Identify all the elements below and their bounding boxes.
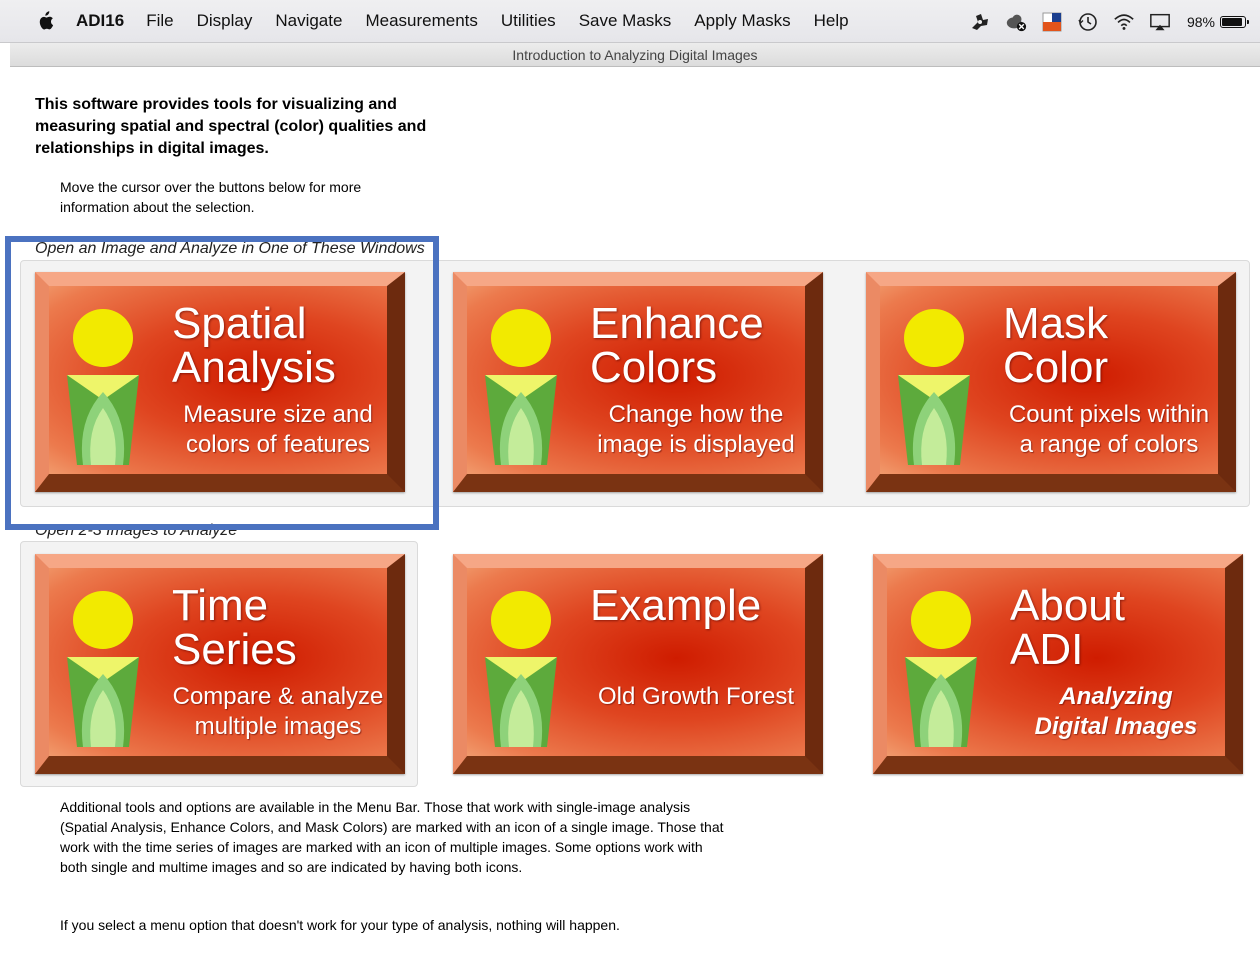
example-button[interactable]: Example Old Growth Forest: [453, 554, 823, 774]
about-adi-button[interactable]: About ADI Analyzing Digital Images: [873, 554, 1243, 774]
spatial-analysis-title-line2: Analysis: [172, 343, 336, 392]
example-subtitle: Old Growth Forest: [597, 683, 795, 710]
battery-fill: [1222, 17, 1242, 26]
enhance-colors-button[interactable]: Enhance Colors Change how the image is d…: [453, 272, 823, 492]
spatial-analysis-title-line1: Spatial: [172, 299, 307, 348]
about-adi-subtitle-line1: Analyzing: [1059, 683, 1173, 710]
tool-status-icon[interactable]: [969, 11, 991, 33]
enhance-colors-subtitle-line1: Change how the: [608, 401, 784, 428]
single-image-figure-icon: [898, 309, 970, 465]
battery-percent: 98%: [1186, 13, 1215, 30]
mask-color-subtitle-line1: Count pixels within: [1008, 401, 1210, 428]
spatial-analysis-subtitle-line2: colors of features: [185, 431, 371, 458]
menu-help[interactable]: Help: [814, 11, 849, 31]
menu-utilities[interactable]: Utilities: [501, 11, 556, 31]
spatial-analysis-button[interactable]: Spatial Analysis Measure size and colors…: [35, 272, 405, 492]
about-adi-subtitle-line2: Digital Images: [1034, 713, 1198, 740]
mask-color-title-line2: Color: [1003, 343, 1109, 392]
menu-display[interactable]: Display: [197, 11, 253, 31]
enhance-colors-subtitle-line2: image is displayed: [597, 431, 795, 458]
time-series-subtitle-line1: Compare & analyze: [172, 683, 384, 710]
figure-icon: [485, 591, 557, 747]
mask-color-subtitle-line2: a range of colors: [1019, 431, 1199, 458]
menu-navigate[interactable]: Navigate: [275, 11, 342, 31]
multi-image-section-label: Open 2-3 Images to Analyze: [35, 522, 238, 539]
menu-save-masks[interactable]: Save Masks: [579, 11, 672, 31]
enhance-colors-title-line1: Enhance: [590, 299, 764, 348]
multi-image-figure-icon: [67, 591, 139, 747]
app-name-menu[interactable]: ADI16: [76, 11, 124, 31]
mask-color-button[interactable]: Mask Color Count pixels within a range o…: [866, 272, 1236, 492]
single-image-section-label: Open an Image and Analyze in One of Thes…: [35, 240, 425, 257]
cloud-sync-icon[interactable]: [1005, 11, 1027, 33]
about-adi-title-line2: ADI: [1010, 625, 1084, 674]
enhance-colors-title-line2: Colors: [590, 343, 718, 392]
app-status-icon[interactable]: [1041, 11, 1063, 33]
menu-bar: ADI16 File Display Navigate Measurements…: [0, 0, 1260, 43]
time-machine-icon[interactable]: [1077, 11, 1099, 33]
time-series-title-line2: Series: [172, 625, 297, 674]
time-series-button[interactable]: Time Series Compare & analyze multiple i…: [35, 554, 405, 774]
intro-headline: This software provides tools for visuali…: [35, 96, 427, 157]
time-series-title-line1: Time: [172, 581, 269, 630]
spatial-analysis-subtitle-line1: Measure size and: [183, 401, 373, 428]
apple-menu-icon[interactable]: [36, 11, 54, 31]
about-adi-title-line1: About: [1010, 581, 1125, 630]
example-title: Example: [590, 581, 762, 630]
menu-option-note: If you select a menu option that doesn't…: [60, 917, 620, 933]
additional-tools-paragraph: Additional tools and options are availab…: [60, 799, 724, 875]
intro-instruction: Move the cursor over the buttons below f…: [60, 179, 362, 215]
single-image-figure-icon: [67, 309, 139, 465]
battery-icon[interactable]: [1220, 15, 1249, 28]
airplay-icon[interactable]: [1149, 11, 1171, 33]
window-title: Introduction to Analyzing Digital Images: [10, 43, 1260, 67]
single-image-figure-icon: [485, 309, 557, 465]
time-series-subtitle-line2: multiple images: [194, 713, 362, 740]
menu-measurements[interactable]: Measurements: [365, 11, 477, 31]
menu-apply-masks[interactable]: Apply Masks: [694, 11, 790, 31]
wifi-icon[interactable]: [1113, 11, 1135, 33]
status-area: 98%: [955, 0, 1249, 43]
figure-icon: [905, 591, 977, 747]
menu-file[interactable]: File: [146, 11, 173, 31]
mask-color-title-line1: Mask: [1003, 299, 1109, 348]
